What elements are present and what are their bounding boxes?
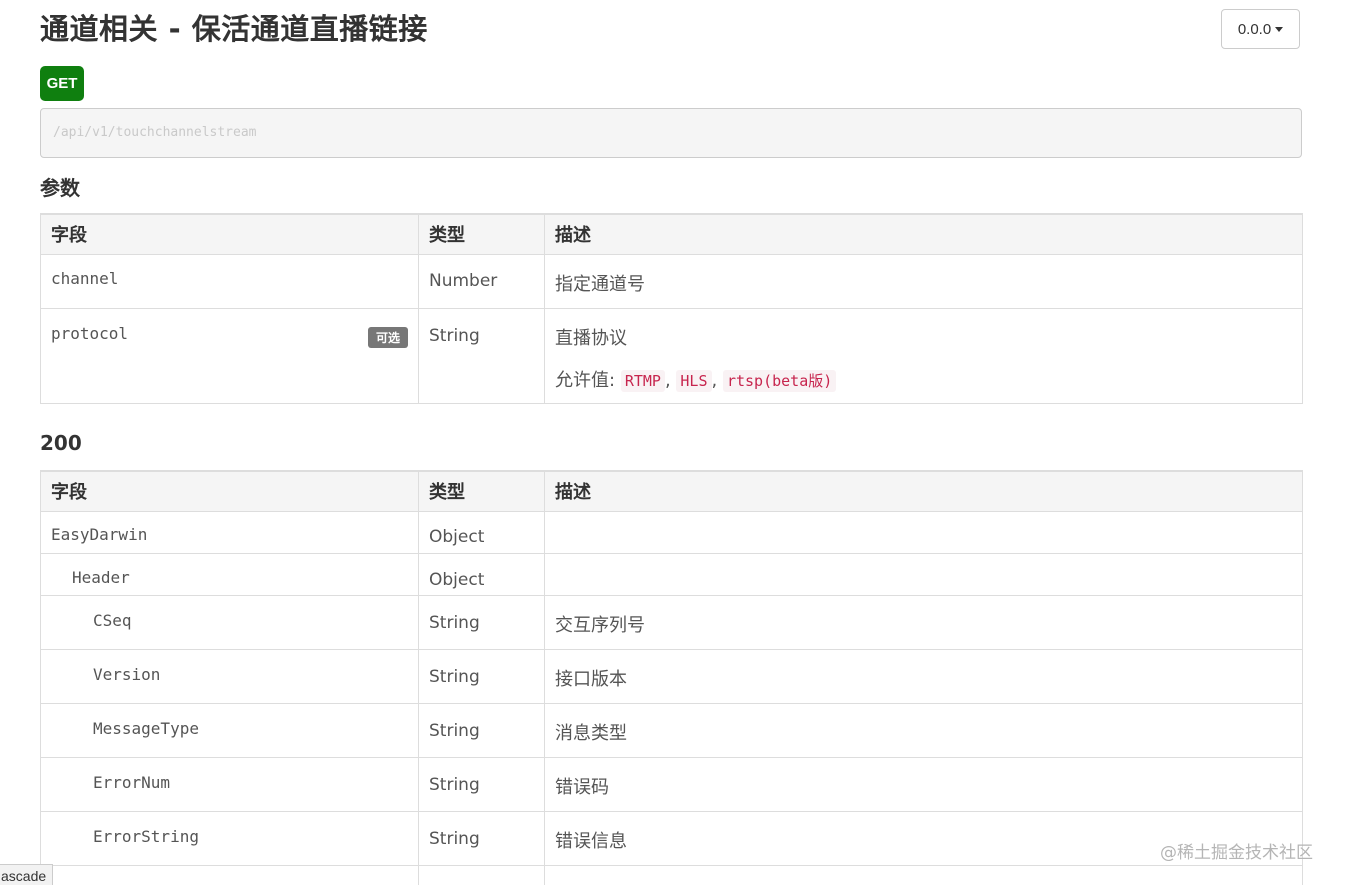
response-type: Object (418, 510, 545, 554)
response-type: String (418, 810, 545, 866)
response-field: Header (40, 552, 419, 596)
cascade-tag[interactable]: ascade (0, 864, 54, 885)
response-header-row: 字段 类型 描述 (40, 470, 1303, 512)
response-desc: 消息类型 (544, 702, 1303, 758)
table-row (40, 864, 1303, 885)
allowed-values-label: 允许值: (555, 369, 616, 391)
response-field: MessageType (40, 702, 419, 758)
column-header-desc: 描述 (544, 213, 1303, 255)
response-field: ErrorString (40, 810, 419, 866)
table-row: MessageType String 消息类型 (40, 702, 1303, 758)
version-dropdown-button[interactable]: 0.0.0 (1221, 9, 1300, 49)
allowed-value: RTMP (620, 369, 665, 392)
column-header-type: 类型 (418, 470, 545, 512)
param-desc: 直播协议 (555, 327, 627, 349)
response-type: String (418, 702, 545, 758)
response-type: String (418, 648, 545, 704)
table-row: EasyDarwin Object (40, 510, 1303, 554)
optional-badge: 可选 (367, 326, 408, 348)
endpoint-url[interactable]: /api/v1/touchchannelstream (40, 108, 1302, 158)
table-row: ErrorNum String 错误码 (40, 756, 1303, 812)
response-field: CSeq (40, 594, 419, 650)
version-label: 0.0.0 (1237, 20, 1272, 38)
table-row: protocol 可选 String 直播协议 允许值: RTMP, HLS, … (40, 307, 1303, 404)
response-type: Object (418, 552, 545, 596)
response-desc: 交互序列号 (544, 594, 1303, 650)
empty-cell (544, 864, 1303, 885)
table-row: Version String 接口版本 (40, 648, 1303, 704)
param-type: String (418, 307, 545, 404)
response-field: Version (40, 648, 419, 704)
table-row: Header Object (40, 552, 1303, 596)
param-field: protocol (51, 323, 129, 343)
table-row: CSeq String 交互序列号 (40, 594, 1303, 650)
params-table: 字段 类型 描述 channel Number 指定通道号 protocol 可… (40, 213, 1303, 404)
caret-down-icon (1275, 26, 1284, 32)
response-desc: 错误码 (544, 756, 1303, 812)
response-type: String (418, 756, 545, 812)
allowed-value: rtsp(beta版) (722, 369, 837, 392)
response-desc: 接口版本 (544, 648, 1303, 704)
column-header-desc: 描述 (544, 470, 1303, 512)
column-header-type: 类型 (418, 213, 545, 255)
value-separator: , (664, 369, 671, 391)
table-row: ErrorString String 错误信息 (40, 810, 1303, 866)
column-header-field: 字段 (40, 470, 419, 512)
response-type: String (418, 594, 545, 650)
allowed-values: 允许值: RTMP, HLS, rtsp(beta版) (555, 366, 1292, 392)
param-desc-cell: 直播协议 允许值: RTMP, HLS, rtsp(beta版) (544, 307, 1303, 404)
response-desc (544, 510, 1303, 554)
params-header-row: 字段 类型 描述 (40, 213, 1303, 255)
allowed-value: HLS (676, 369, 712, 392)
api-doc-page: 通道相关 - 保活通道直播链接 0.0.0 GET /api/v1/touchc… (0, 0, 1346, 885)
response-table: 字段 类型 描述 EasyDarwin Object Header Object… (40, 470, 1303, 885)
param-desc: 指定通道号 (544, 253, 1303, 309)
table-row: channel Number 指定通道号 (40, 253, 1303, 309)
response-field: ErrorNum (40, 756, 419, 812)
empty-cell (40, 864, 419, 885)
response-field: EasyDarwin (40, 510, 419, 554)
params-heading: 参数 (40, 176, 80, 200)
param-field: channel (40, 253, 419, 309)
response-desc (544, 552, 1303, 596)
watermark: @稀土掘金技术社区 (1160, 843, 1313, 863)
column-header-field: 字段 (40, 213, 419, 255)
param-field-cell: protocol 可选 (40, 307, 419, 404)
empty-cell (418, 864, 545, 885)
page-title: 通道相关 - 保活通道直播链接 (40, 12, 428, 46)
http-method-badge: GET (40, 66, 84, 101)
param-type: Number (418, 253, 545, 309)
value-separator: , (711, 369, 718, 391)
response-heading: 200 (40, 431, 82, 455)
